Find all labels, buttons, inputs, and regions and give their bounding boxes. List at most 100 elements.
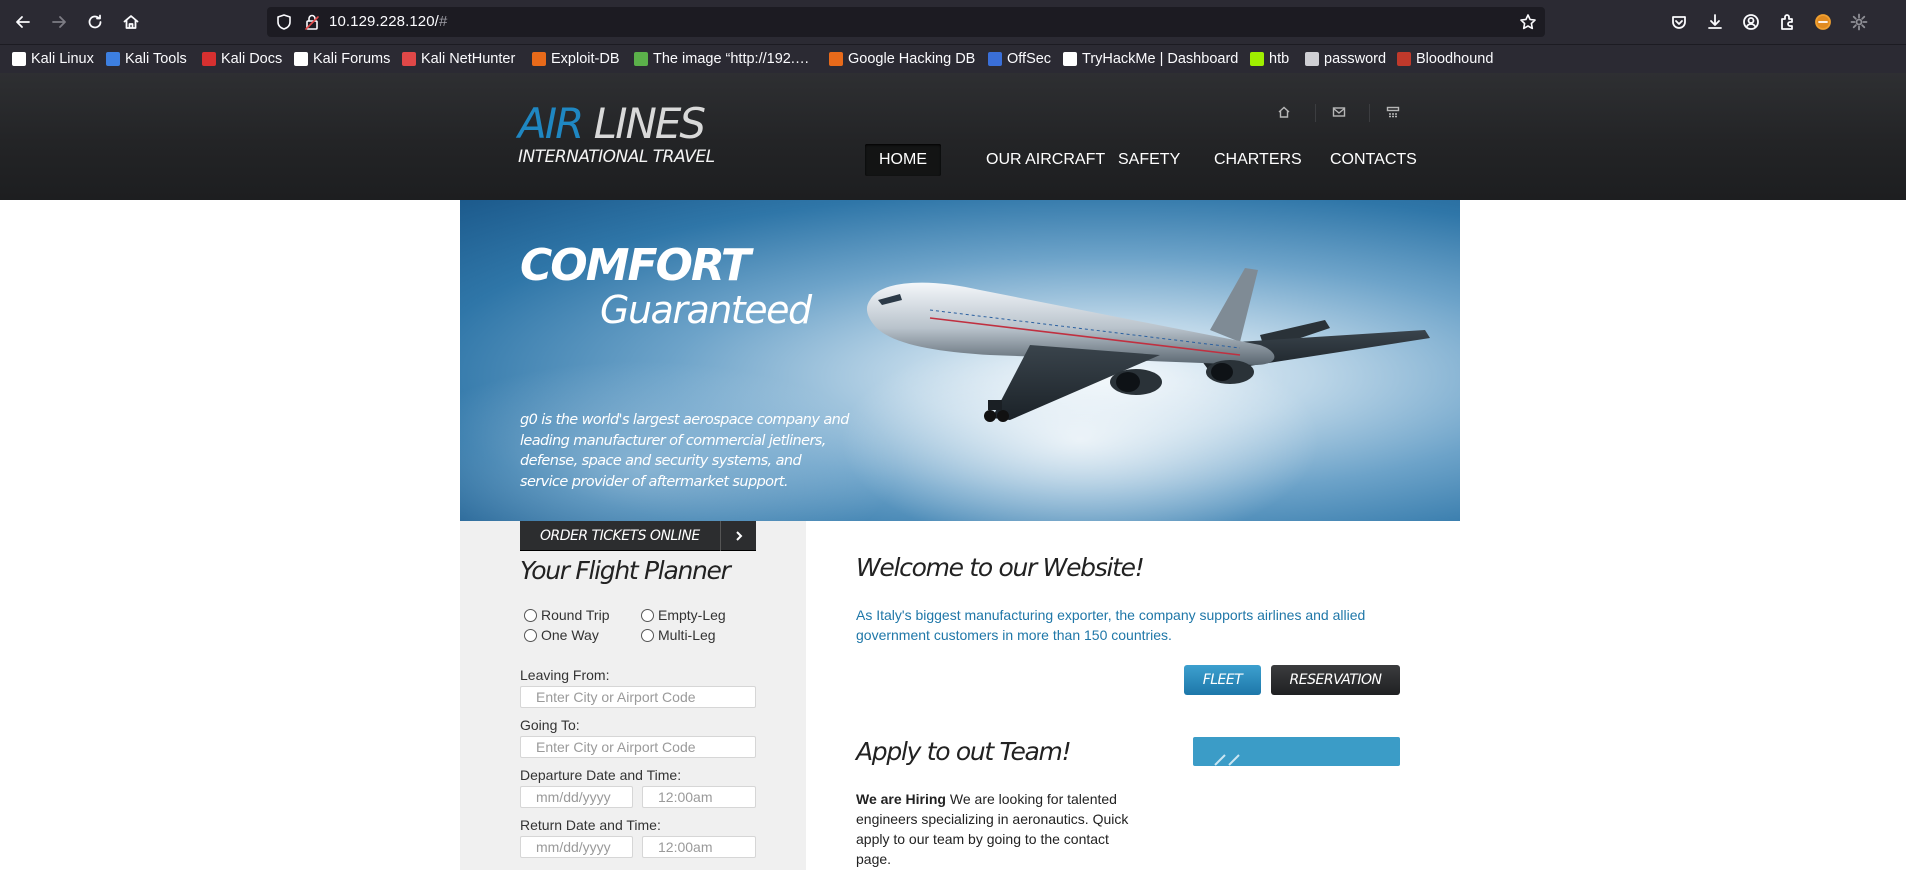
radio-button[interactable] bbox=[641, 628, 654, 642]
hero-description: g0 is the world's largest aerospace comp… bbox=[520, 412, 849, 490]
bookmark-item[interactable]: Kali Linux bbox=[12, 50, 94, 68]
bookmark-item[interactable]: Kali Docs bbox=[202, 50, 282, 68]
downloads-button[interactable] bbox=[1704, 11, 1726, 33]
reload-button[interactable] bbox=[84, 11, 106, 33]
bookmark-label: htb bbox=[1269, 51, 1290, 67]
radio-round-trip[interactable]: Round Trip bbox=[524, 607, 609, 623]
bookmark-label: Kali Docs bbox=[221, 51, 283, 67]
mail-icon[interactable] bbox=[1332, 105, 1348, 121]
bookmark-item[interactable]: OffSec bbox=[988, 50, 1051, 68]
hero-subtitle: Guaranteed bbox=[600, 288, 812, 332]
apply-heading: Apply to out Team! bbox=[856, 737, 1072, 766]
nethunter-icon bbox=[402, 52, 416, 66]
order-tickets-label: ORDER TICKETS ONLINE bbox=[540, 528, 700, 544]
url-text[interactable]: 10.129.228.120/# bbox=[329, 13, 447, 30]
site-header: AIR LINES INTERNATIONAL TRAVEL HOME OUR A… bbox=[0, 73, 1906, 200]
logo-title: AIR LINES bbox=[518, 99, 706, 148]
bloodhound-icon bbox=[1397, 52, 1411, 66]
bookmark-item[interactable]: The image “http://192.… bbox=[634, 50, 809, 68]
back-button[interactable] bbox=[12, 11, 34, 33]
radio-button[interactable] bbox=[641, 608, 654, 622]
loading-stripes-icon bbox=[1214, 754, 1240, 766]
nav-item-contacts[interactable]: CONTACTS bbox=[1316, 144, 1431, 176]
kali-dragon-icon bbox=[12, 52, 26, 66]
bookmark-item[interactable]: Google Hacking DB bbox=[829, 50, 975, 68]
radio-one-way[interactable]: One Way bbox=[524, 627, 599, 643]
foxyproxy-button[interactable] bbox=[1812, 11, 1834, 33]
site-logo[interactable]: AIR LINES INTERNATIONAL TRAVEL bbox=[518, 103, 718, 173]
ghdb-icon bbox=[829, 52, 843, 66]
departure-label: Departure Date and Time: bbox=[520, 767, 682, 783]
reservation-button[interactable]: RESERVATION bbox=[1271, 665, 1400, 695]
account-icon bbox=[1743, 14, 1759, 30]
bookmark-item[interactable]: TryHackMe | Dashboard bbox=[1063, 50, 1238, 68]
departure-date-input[interactable]: mm/dd/yyyy bbox=[520, 786, 633, 808]
arrow-left-icon bbox=[16, 16, 30, 28]
htb-cube-icon bbox=[1250, 52, 1264, 66]
kali-dragon-icon bbox=[294, 52, 308, 66]
bookmark-label: Exploit-DB bbox=[551, 51, 620, 67]
header-divider bbox=[1315, 104, 1316, 122]
reload-icon bbox=[88, 14, 102, 29]
download-icon bbox=[1708, 14, 1722, 29]
hero-banner: COMFORT Guaranteed g0 is the world's lar… bbox=[460, 200, 1460, 521]
return-date-input[interactable]: mm/dd/yyyy bbox=[520, 836, 633, 858]
nav-item-our-aircraft[interactable]: OUR AIRCRAFT bbox=[972, 144, 1119, 176]
apply-video-thumbnail[interactable] bbox=[1193, 737, 1400, 766]
insecure-lock-icon[interactable] bbox=[303, 13, 321, 31]
bookmark-item[interactable]: Bloodhound bbox=[1397, 50, 1493, 68]
home-icon bbox=[123, 15, 139, 29]
radio-multi-leg[interactable]: Multi-Leg bbox=[641, 627, 716, 643]
hiring-bold-label: We are Hiring bbox=[856, 791, 946, 807]
bookmark-item[interactable]: Kali Forums bbox=[294, 50, 390, 68]
url-bar[interactable]: 10.129.228.120/# bbox=[267, 7, 1545, 37]
tracking-shield-icon[interactable] bbox=[275, 13, 293, 31]
welcome-text: As Italy's biggest manufacturing exporte… bbox=[856, 607, 1366, 643]
radio-empty-leg[interactable]: Empty-Leg bbox=[641, 607, 726, 623]
account-button[interactable] bbox=[1740, 11, 1762, 33]
bookmark-label: Kali NetHunter bbox=[421, 51, 516, 67]
bookmark-item[interactable]: Exploit-DB bbox=[532, 50, 620, 68]
bookmarks-bar: Kali Linux Kali Tools Kali Docs Kali Forums… bbox=[0, 44, 1906, 73]
hero-title: COMFORT bbox=[520, 240, 751, 291]
sitemap-icon[interactable] bbox=[1386, 105, 1402, 121]
going-to-input[interactable]: Enter City or Airport Code bbox=[520, 736, 756, 758]
extensions-button[interactable] bbox=[1776, 11, 1798, 33]
image-icon bbox=[634, 52, 648, 66]
globe-icon bbox=[1305, 52, 1319, 66]
foxyproxy-icon bbox=[1815, 14, 1831, 30]
bookmark-label: Kali Forums bbox=[313, 51, 391, 67]
bookmark-item[interactable]: Kali NetHunter bbox=[402, 50, 515, 68]
flight-planner-sidebar: ORDER TICKETS ONLINE Your Flight Planner… bbox=[460, 521, 806, 870]
browser-chrome: 10.129.228.120/# Kali Linux Kali Tools Kal… bbox=[0, 0, 1906, 73]
return-time-input[interactable]: 12:00am bbox=[642, 836, 756, 858]
bookmark-star-icon[interactable] bbox=[1519, 13, 1537, 36]
bookmark-label: password bbox=[1324, 51, 1387, 67]
nav-item-home[interactable]: HOME bbox=[865, 144, 941, 176]
bookmark-label: Kali Tools bbox=[125, 51, 187, 67]
nav-item-safety[interactable]: SAFETY bbox=[1104, 144, 1194, 176]
nav-item-charters[interactable]: CHARTERS bbox=[1200, 144, 1316, 176]
bookmark-item[interactable]: Kali Tools bbox=[106, 50, 187, 68]
departure-time-input[interactable]: 12:00am bbox=[642, 786, 756, 808]
bookmark-item[interactable]: htb bbox=[1250, 50, 1289, 68]
bookmark-label: OffSec bbox=[1007, 51, 1052, 67]
puzzle-icon bbox=[1781, 14, 1793, 30]
radio-button[interactable] bbox=[524, 628, 537, 642]
home-icon[interactable] bbox=[1277, 105, 1293, 121]
order-tickets-button[interactable]: ORDER TICKETS ONLINE bbox=[520, 521, 756, 551]
pocket-button[interactable] bbox=[1668, 11, 1690, 33]
leaving-from-input[interactable]: Enter City or Airport Code bbox=[520, 686, 756, 708]
fleet-button[interactable]: FLEET bbox=[1184, 665, 1261, 695]
gear-icon bbox=[1850, 13, 1868, 31]
bookmark-label: Google Hacking DB bbox=[848, 51, 976, 67]
radio-button[interactable] bbox=[524, 608, 537, 622]
settings-button[interactable] bbox=[1848, 11, 1870, 33]
bookmark-item[interactable]: password bbox=[1305, 50, 1386, 68]
kali-tools-icon bbox=[106, 52, 120, 66]
home-button[interactable] bbox=[120, 11, 142, 33]
exploit-db-icon bbox=[532, 52, 546, 66]
going-to-label: Going To: bbox=[520, 717, 580, 733]
forward-button[interactable] bbox=[48, 11, 70, 33]
chevron-right-icon bbox=[720, 521, 756, 551]
